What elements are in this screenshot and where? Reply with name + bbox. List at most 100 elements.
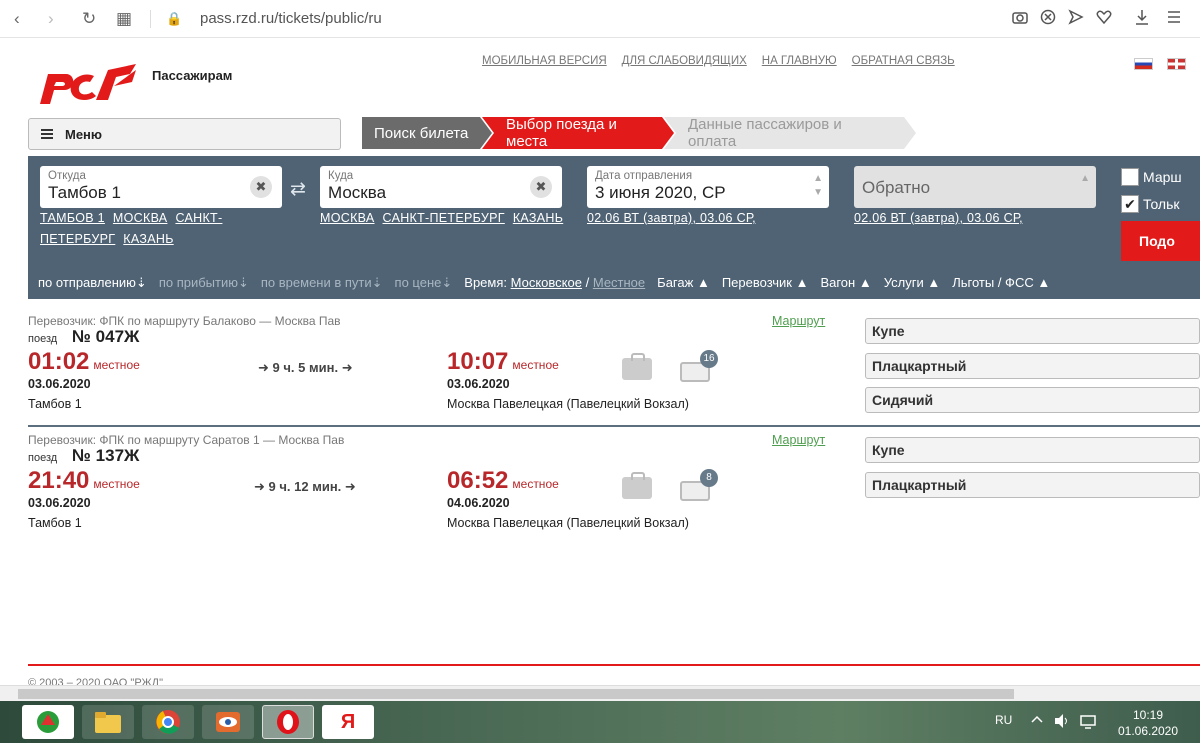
menu-button[interactable]: Меню	[28, 118, 341, 150]
route-link[interactable]: Маршрут	[772, 433, 825, 447]
quick-from-moscow[interactable]: МОСКВА	[113, 211, 168, 225]
sort-icon: ⇣	[237, 275, 249, 290]
rzd-logo[interactable]	[36, 60, 140, 110]
folder-icon[interactable]	[82, 705, 134, 739]
filter-carrier[interactable]: Перевозчик ▲	[722, 275, 809, 291]
quick-to-spb[interactable]: САНКТ-ПЕТЕРБУРГ	[383, 211, 505, 225]
search-button[interactable]: Подо	[1121, 221, 1200, 261]
clear-from-icon[interactable]: ✖	[250, 176, 272, 198]
camera-icon[interactable]	[1012, 9, 1028, 25]
menu-icon[interactable]	[1166, 9, 1182, 25]
departure-station: Тамбов 1	[28, 516, 82, 530]
sort-by-price[interactable]: по цене⇣	[395, 275, 453, 291]
sort-by-departure[interactable]: по отправлению⇣	[38, 275, 147, 291]
only-checkbox-box[interactable]: ✔	[1121, 195, 1139, 213]
quick-to-moscow[interactable]: МОСКВА	[320, 211, 375, 225]
horizontal-scrollbar[interactable]	[0, 685, 1200, 701]
send-icon[interactable]	[1068, 9, 1084, 25]
english-flag-icon[interactable]	[1167, 58, 1186, 70]
arrival-time: 10:07 местное	[447, 348, 559, 375]
step-search[interactable]: Поиск билета	[362, 117, 492, 149]
back-icon[interactable]: ‹	[14, 9, 20, 29]
sort-icon: ⇣	[135, 275, 147, 290]
route-checkbox-box[interactable]	[1121, 168, 1139, 186]
row-divider	[28, 425, 1200, 427]
route-checkbox[interactable]: Марш	[1121, 168, 1182, 186]
footer-line	[28, 664, 1200, 666]
from-field[interactable]: Откуда Тамбов 1 ✖	[40, 166, 282, 208]
volume-icon[interactable]	[1054, 713, 1070, 729]
heart-icon[interactable]	[1096, 9, 1112, 25]
feedback-link[interactable]: ОБРАТНАЯ СВЯЗЬ	[852, 55, 955, 67]
quick-return-date[interactable]: 02.06 ВТ (завтра), 03.06 СР,	[854, 211, 1023, 225]
date-field[interactable]: Дата отправления 3 июня 2020, СР ▲ ▼	[587, 166, 829, 208]
language-indicator[interactable]: RU	[995, 713, 1012, 727]
block-icon[interactable]	[1040, 9, 1056, 25]
arrival-date: 03.06.2020	[447, 377, 510, 391]
section-title[interactable]: Пассажирам	[152, 68, 232, 83]
step-select-train[interactable]: Выбор поезда и места	[482, 117, 674, 149]
mobile-version-link[interactable]: МОБИЛЬНАЯ ВЕРСИЯ	[482, 55, 607, 67]
eye-app-icon[interactable]	[202, 705, 254, 739]
caret-up-icon[interactable]	[1030, 713, 1044, 727]
from-input[interactable]: Тамбов 1	[48, 183, 274, 203]
lock-icon[interactable]: 🔒	[166, 11, 182, 27]
train-number[interactable]: № 047Ж	[72, 327, 139, 347]
scrollbar-thumb[interactable]	[18, 689, 1014, 699]
clock[interactable]: 10:19 01.06.2020	[1108, 707, 1188, 739]
time-moscow-link[interactable]: Московское	[511, 275, 582, 290]
download-icon[interactable]	[1134, 9, 1150, 25]
accessibility-link[interactable]: ДЛЯ СЛАБОВИДЯЩИХ	[622, 55, 747, 67]
departure-time: 01:02 местное	[28, 348, 140, 375]
train-word: поезд	[28, 452, 58, 464]
filter-wagon[interactable]: Вагон ▲	[820, 275, 871, 291]
network-icon[interactable]	[1080, 713, 1096, 729]
quick-from-tambov[interactable]: ТАМБОВ 1	[40, 211, 105, 225]
class-kupe-button[interactable]: Купе	[865, 318, 1200, 344]
chrome-icon[interactable]	[142, 705, 194, 739]
route-link[interactable]: Маршрут	[772, 314, 825, 328]
class-kupe-button[interactable]: Купе	[865, 437, 1200, 463]
yandex-icon[interactable]: Я	[322, 705, 374, 739]
sort-by-travel-time[interactable]: по времени в пути⇣	[261, 275, 383, 291]
quick-date[interactable]: 02.06 ВТ (завтра), 03.06 СР,	[587, 211, 756, 225]
start-icon[interactable]	[22, 705, 74, 739]
swap-icon[interactable]: ⇄	[290, 178, 306, 201]
step-passenger-data: Данные пассажиров и оплата	[664, 117, 916, 149]
address-bar[interactable]: pass.rzd.ru/tickets/public/ru	[200, 10, 382, 27]
filter-benefits[interactable]: Льготы / ФСС ▲	[952, 275, 1050, 291]
to-field[interactable]: Куда Москва ✖	[320, 166, 562, 208]
russian-flag-icon[interactable]	[1134, 58, 1153, 70]
departure-date: 03.06.2020	[28, 496, 91, 510]
clear-to-icon[interactable]: ✖	[530, 176, 552, 198]
tabs-grid-icon[interactable]: ▦	[116, 9, 132, 29]
class-platskart-button[interactable]: Плацкартный	[865, 353, 1200, 379]
class-sitting-button[interactable]: Сидячий	[865, 387, 1200, 413]
opera-icon[interactable]	[262, 705, 314, 739]
only-checkbox[interactable]: ✔ Тольк	[1121, 195, 1180, 213]
search-panel: Откуда Тамбов 1 ✖ ⇄ Куда Москва ✖ Дата о…	[28, 156, 1200, 299]
reload-icon[interactable]: ↻	[82, 9, 96, 29]
forward-icon[interactable]: ›	[48, 9, 54, 29]
return-stepper-icon[interactable]: ▲	[1080, 172, 1090, 186]
train-carrier: Перевозчик: ФПК по маршруту Балаково — М…	[28, 314, 341, 328]
arrow-right-icon: ➜	[341, 360, 353, 375]
filter-baggage[interactable]: Багаж ▲	[657, 275, 710, 291]
quick-from-kazan[interactable]: КАЗАНЬ	[123, 232, 173, 246]
return-date-field[interactable]: Обратно ▲	[854, 166, 1096, 208]
quick-to-kazan[interactable]: КАЗАНЬ	[513, 211, 563, 225]
caret-up-icon: ▲	[927, 275, 941, 290]
filter-services[interactable]: Услуги ▲	[884, 275, 940, 291]
time-local-link[interactable]: Местное	[593, 275, 645, 290]
sort-by-arrival[interactable]: по прибытию⇣	[159, 275, 249, 291]
home-link[interactable]: НА ГЛАВНУЮ	[762, 55, 837, 67]
date-stepper-icon[interactable]: ▲ ▼	[813, 172, 823, 200]
train-number[interactable]: № 137Ж	[72, 446, 139, 466]
return-date-input[interactable]: Обратно	[862, 178, 1088, 198]
from-label: Откуда	[48, 170, 86, 182]
to-input[interactable]: Москва	[328, 183, 554, 203]
date-input[interactable]: 3 июня 2020, СР	[595, 183, 821, 203]
arrow-right-icon: ➜	[254, 479, 265, 494]
hamburger-icon	[41, 129, 53, 139]
class-platskart-button[interactable]: Плацкартный	[865, 472, 1200, 498]
